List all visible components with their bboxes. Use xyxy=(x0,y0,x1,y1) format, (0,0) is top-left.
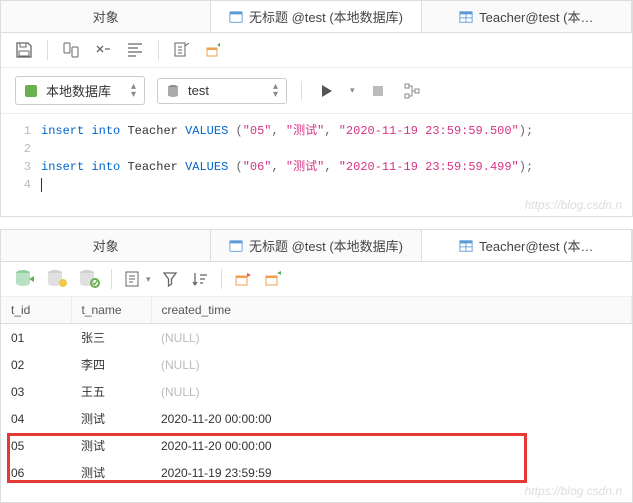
tab-teacher-table[interactable]: Teacher@test (本… xyxy=(422,1,632,32)
explain-icon[interactable] xyxy=(171,39,193,61)
text-view-icon[interactable] xyxy=(122,268,144,290)
run-dropdown-caret[interactable]: ▾ xyxy=(350,85,355,96)
col-header[interactable]: t_name xyxy=(71,297,151,324)
query-toolbar xyxy=(1,33,632,68)
run-icon[interactable] xyxy=(316,80,338,102)
tab-query[interactable]: 无标题 @test (本地数据库) xyxy=(211,230,421,261)
bottom-tabs: 对象 无标题 @test (本地数据库) Teacher@test (本… xyxy=(1,230,632,262)
database-select-label: 本地数据库 xyxy=(46,81,123,100)
cell-tid[interactable]: 03 xyxy=(1,378,71,405)
cell-tid[interactable]: 01 xyxy=(1,324,71,352)
schema-select[interactable]: test ▴▾ xyxy=(157,78,287,104)
database-green-icon xyxy=(24,84,38,98)
result-toolbar: ▾ xyxy=(1,262,632,297)
cell-tname[interactable]: 张三 xyxy=(71,324,151,352)
filter-icon[interactable] xyxy=(159,268,181,290)
cell-tid[interactable]: 04 xyxy=(1,405,71,432)
sort-icon[interactable] xyxy=(189,268,211,290)
divider xyxy=(158,40,159,60)
watermark: https://blog.csdn.n xyxy=(525,484,622,498)
cell-created[interactable]: 2020-11-20 00:00:00 xyxy=(151,405,632,432)
begin-transaction-icon[interactable] xyxy=(13,268,37,290)
cell-tname[interactable]: 测试 xyxy=(71,432,151,459)
tab-label: Teacher@test (本… xyxy=(479,236,593,255)
table-row[interactable]: 03王五(NULL) xyxy=(1,378,632,405)
explain-plan-icon[interactable] xyxy=(401,80,423,102)
top-tabs: 对象 无标题 @test (本地数据库) Teacher@test (本… xyxy=(1,1,632,33)
cell-tid[interactable]: 06 xyxy=(1,459,71,486)
cell-tid[interactable]: 02 xyxy=(1,351,71,378)
chevron-updown-icon: ▴▾ xyxy=(273,83,278,99)
table-icon xyxy=(459,10,473,24)
stop-icon[interactable] xyxy=(367,80,389,102)
col-header[interactable]: created_time xyxy=(151,297,632,324)
cell-tname[interactable]: 王五 xyxy=(71,378,151,405)
query-icon xyxy=(229,239,243,253)
chevron-updown-icon: ▴▾ xyxy=(131,83,136,99)
query-controls: 本地数据库 ▴▾ test ▴▾ ▾ xyxy=(1,68,632,114)
tab-teacher-table[interactable]: Teacher@test (本… xyxy=(422,230,632,261)
watermark: https://blog.csdn.n xyxy=(525,198,622,212)
cell-tname[interactable]: 测试 xyxy=(71,405,151,432)
phone-link-icon[interactable] xyxy=(60,39,82,61)
code-line-4 xyxy=(41,176,632,194)
result-grid[interactable]: t_id t_name created_time 01张三(NULL)02李四(… xyxy=(1,297,632,486)
table-row[interactable]: 04测试2020-11-20 00:00:00 xyxy=(1,405,632,432)
rollback-icon[interactable] xyxy=(77,268,101,290)
divider xyxy=(301,81,302,101)
beautify-icon[interactable] xyxy=(124,39,146,61)
tab-objects[interactable]: 对象 xyxy=(1,230,211,261)
cell-tname[interactable]: 测试 xyxy=(71,459,151,486)
table-icon xyxy=(459,239,473,253)
cell-tname[interactable]: 李四 xyxy=(71,351,151,378)
tab-label: Teacher@test (本… xyxy=(479,7,593,26)
grid-header-row: t_id t_name created_time xyxy=(1,297,632,324)
sql-editor[interactable]: 1 2 3 4 insert into Teacher VALUES ("05"… xyxy=(1,114,632,216)
result-pane: 对象 无标题 @test (本地数据库) Teacher@test (本… ▾ xyxy=(0,229,633,503)
line-gutter: 1 2 3 4 xyxy=(1,122,41,194)
query-builder-icon[interactable] xyxy=(92,39,114,61)
col-header[interactable]: t_id xyxy=(1,297,71,324)
cell-created[interactable]: 2020-11-19 23:59:59 xyxy=(151,459,632,486)
cell-created[interactable]: (NULL) xyxy=(151,324,632,352)
export-icon[interactable] xyxy=(203,39,225,61)
tab-objects[interactable]: 对象 xyxy=(1,1,211,32)
cell-created[interactable]: (NULL) xyxy=(151,378,632,405)
save-icon[interactable] xyxy=(13,39,35,61)
cell-created[interactable]: 2020-11-20 00:00:00 xyxy=(151,432,632,459)
divider xyxy=(47,40,48,60)
dropdown-caret[interactable]: ▾ xyxy=(146,274,151,285)
tab-query[interactable]: 无标题 @test (本地数据库) xyxy=(211,1,421,32)
tab-label: 对象 xyxy=(93,7,119,26)
cell-tid[interactable]: 05 xyxy=(1,432,71,459)
code-area[interactable]: insert into Teacher VALUES ("05", "测试", … xyxy=(41,122,632,194)
table-row[interactable]: 01张三(NULL) xyxy=(1,324,632,352)
table-row[interactable]: 02李四(NULL) xyxy=(1,351,632,378)
table-row[interactable]: 06测试2020-11-19 23:59:59 xyxy=(1,459,632,486)
import-icon[interactable] xyxy=(232,268,254,290)
tab-label: 对象 xyxy=(93,236,119,255)
cell-created[interactable]: (NULL) xyxy=(151,351,632,378)
database-select[interactable]: 本地数据库 ▴▾ xyxy=(15,76,145,105)
code-line-1: insert into Teacher VALUES ("05", "测试", … xyxy=(41,122,632,140)
tab-label: 无标题 @test (本地数据库) xyxy=(249,236,403,255)
export-icon[interactable] xyxy=(262,268,284,290)
divider xyxy=(111,269,112,289)
query-icon xyxy=(229,10,243,24)
divider xyxy=(221,269,222,289)
commit-icon[interactable] xyxy=(45,268,69,290)
result-grid-wrap: t_id t_name created_time 01张三(NULL)02李四(… xyxy=(1,297,632,502)
query-pane: 对象 无标题 @test (本地数据库) Teacher@test (本… 本地… xyxy=(0,0,633,217)
database-cylinder-icon xyxy=(166,84,180,98)
schema-select-label: test xyxy=(188,83,265,98)
code-line-2 xyxy=(41,140,632,158)
table-row[interactable]: 05测试2020-11-20 00:00:00 xyxy=(1,432,632,459)
code-line-3: insert into Teacher VALUES ("06", "测试", … xyxy=(41,158,632,176)
tab-label: 无标题 @test (本地数据库) xyxy=(249,7,403,26)
